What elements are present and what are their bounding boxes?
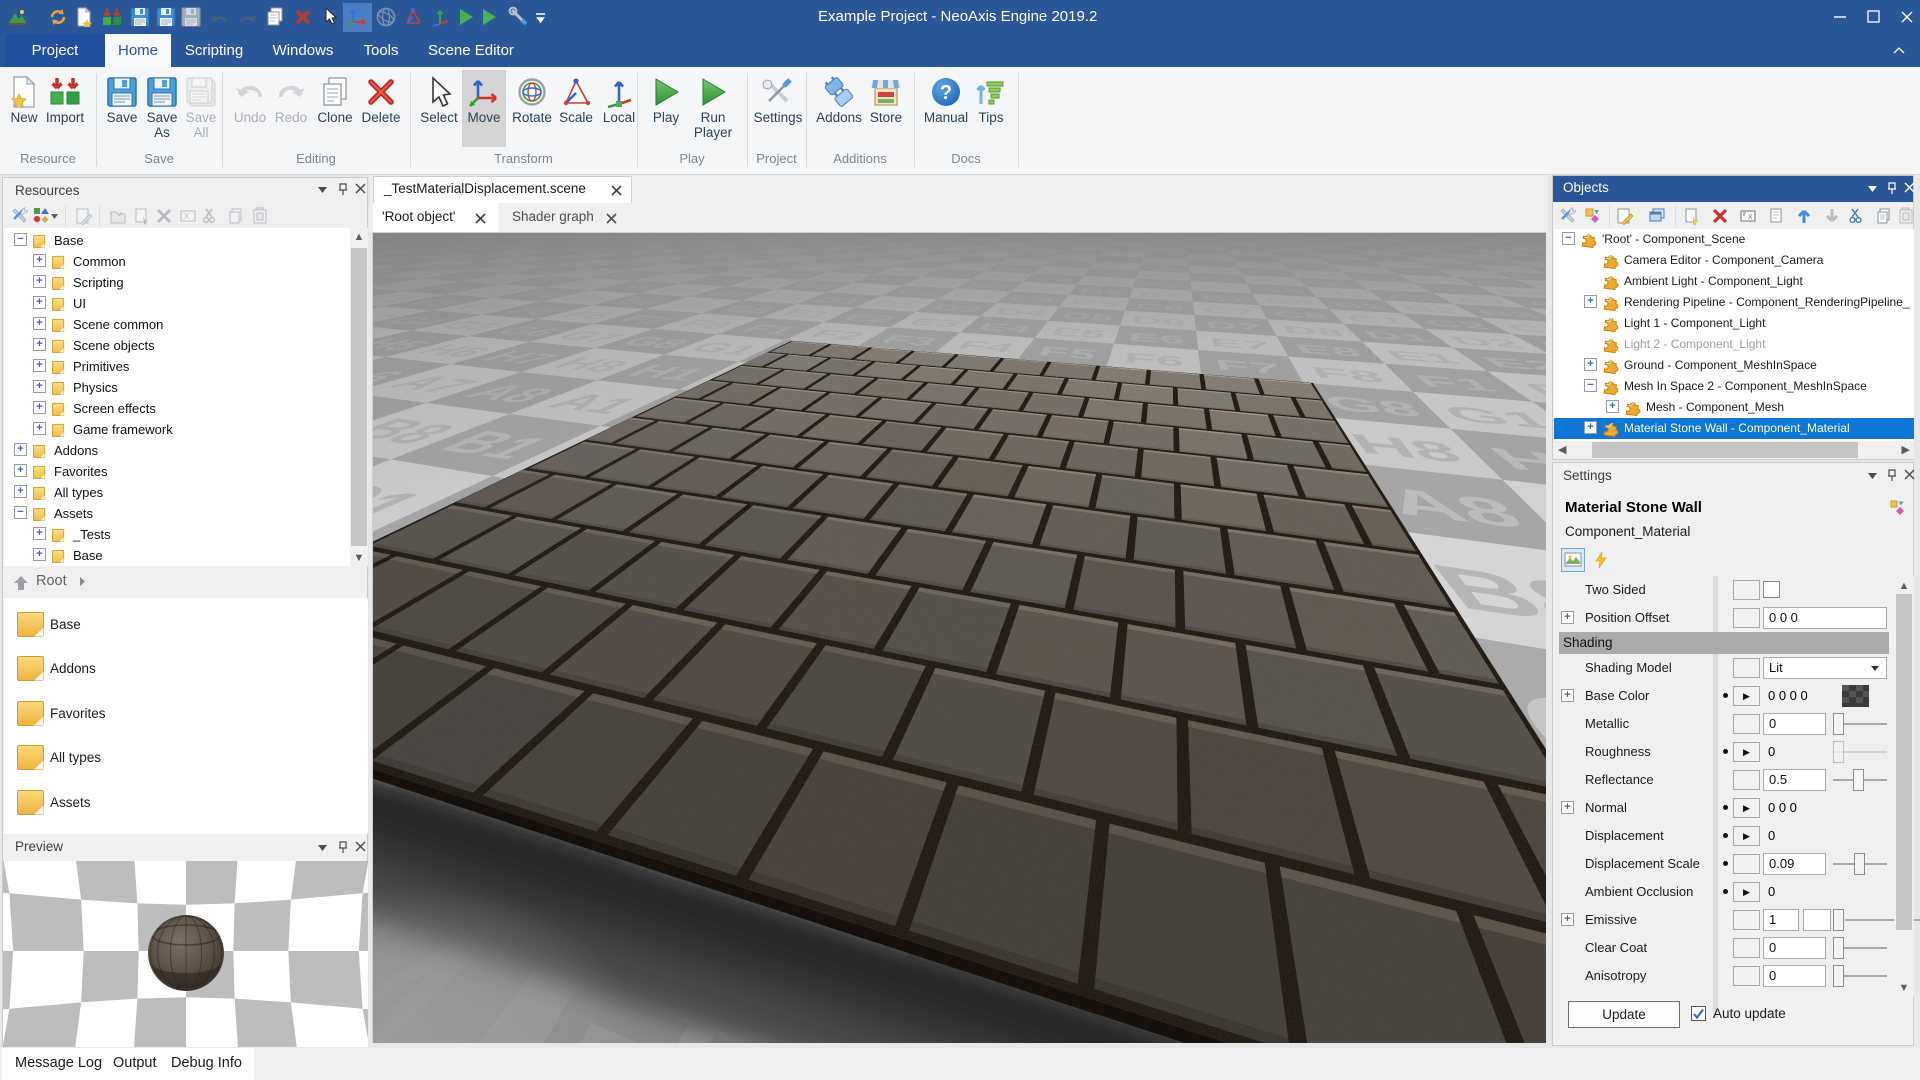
svg-text:X: X <box>184 212 190 221</box>
svg-text:?: ? <box>940 82 952 104</box>
svg-text:X: X <box>1748 214 1753 221</box>
